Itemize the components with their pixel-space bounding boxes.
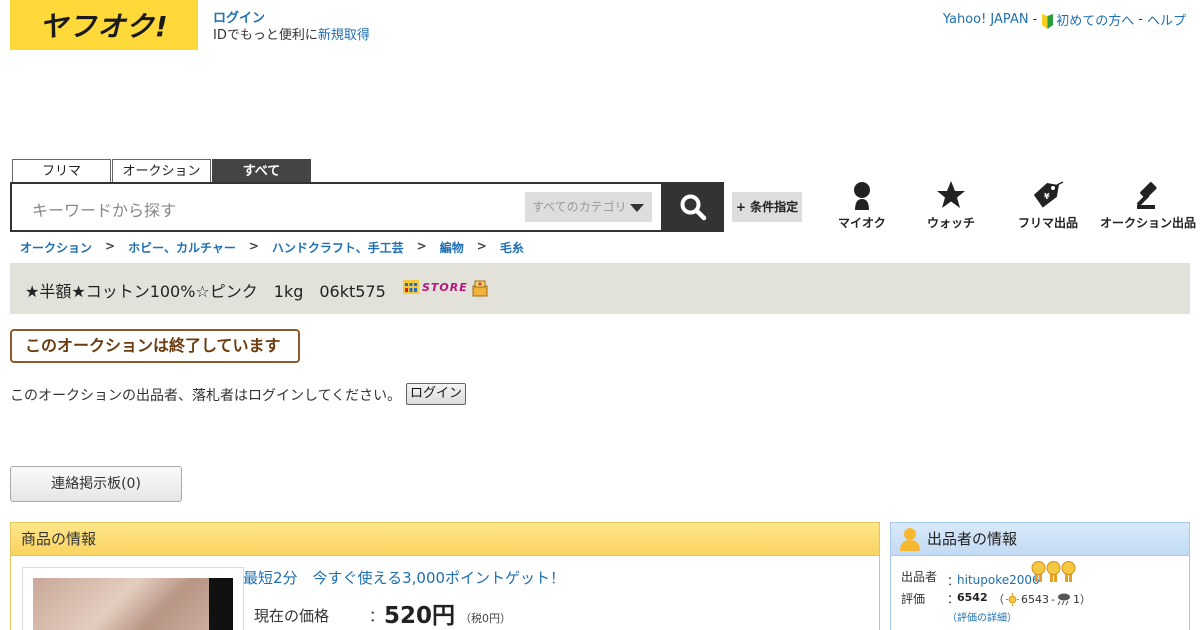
image-background <box>209 578 233 630</box>
seller-info-panel: 出品者の情報 出品者 ： hitupoke2006 評価 ： 6542 （ 65… <box>890 522 1190 630</box>
logo-text: ヤフオク! <box>39 10 169 43</box>
gavel-icon <box>1136 182 1157 209</box>
breadcrumb-item[interactable]: 編物 <box>440 239 464 256</box>
beginner-mark-icon <box>1042 14 1054 29</box>
breadcrumb: オークション > ホビー、カルチャー > ハンドクラフト、手工芸 > 編物 > … <box>20 239 524 256</box>
svg-text:¥: ¥ <box>1044 192 1050 201</box>
item-title: ★半額★コットン100%☆ピンク 1kg 06kt575 <box>25 282 386 301</box>
nav-label-myauc: マイオク <box>838 216 886 230</box>
item-title-bar: ★半額★コットン100%☆ピンク 1kg 06kt575 STORE <box>10 263 1190 314</box>
beginners-label: 初めての方へ <box>1056 14 1135 29</box>
auction-ended-notice: このオークションは終了しています <box>10 329 300 363</box>
tab-furima[interactable]: フリマ <box>12 159 111 183</box>
medal-icon <box>1061 561 1076 582</box>
shipping-icon <box>472 280 488 297</box>
rain-cloud-icon <box>1057 593 1070 605</box>
price-colon: ： <box>369 607 385 625</box>
seller-info-title: 出品者の情報 <box>927 530 1018 548</box>
myauc-nav[interactable]: マイオク <box>838 180 886 231</box>
product-info-heading: 商品の情報 <box>11 523 879 556</box>
yarn-image <box>33 578 233 630</box>
seller-rank-badges <box>1031 561 1076 583</box>
sun-icon <box>1006 592 1019 606</box>
help-link[interactable]: ヘルプ <box>1147 10 1186 29</box>
rating-paren: （ <box>993 593 1004 606</box>
yahuoku-logo[interactable]: ヤフオク! <box>10 0 198 50</box>
rating-label: 評価 <box>901 592 926 606</box>
notice-login-button[interactable]: ログイン <box>406 383 466 405</box>
user-icon <box>853 182 870 210</box>
beginners-link[interactable]: 初めての方へ <box>1041 10 1134 29</box>
login-link[interactable]: ログイン <box>213 11 265 26</box>
breadcrumb-separator: > <box>105 239 116 253</box>
chevron-down-icon <box>630 204 644 212</box>
yahoo-japan-link[interactable]: Yahoo! JAPAN <box>943 12 1029 27</box>
nav-label-auction-sell: オークション出品 <box>1100 216 1197 230</box>
seller-avatar-icon <box>900 528 920 551</box>
breadcrumb-item[interactable]: 毛糸 <box>500 239 524 256</box>
search-tabs: フリマ オークション すべて <box>12 159 311 183</box>
rating-total: 6542 <box>957 591 988 604</box>
login-notice: このオークションの出品者、落札者はログインしてください。 <box>10 388 402 404</box>
tab-all[interactable]: すべて <box>212 159 311 183</box>
seller-label: 出品者 <box>901 570 938 584</box>
id-promo-text: IDでもっと便利に <box>213 28 318 43</box>
seller-name-link[interactable]: hitupoke2006 <box>957 573 1040 587</box>
star-icon <box>937 181 965 208</box>
store-label: STORE <box>422 280 468 294</box>
conditions-button[interactable]: + 条件指定 <box>732 192 802 222</box>
auction-sell-nav[interactable]: オークション出品 <box>1100 180 1196 231</box>
register-link[interactable]: 新規取得 <box>318 28 370 43</box>
category-select-value: すべてのカテゴリ <box>532 200 627 214</box>
search-box: キーワードから探す すべてのカテゴリ <box>10 182 663 232</box>
medal-icon <box>1046 561 1061 582</box>
nav-label-furima-sell: フリマ出品 <box>1018 216 1079 230</box>
breadcrumb-separator: > <box>476 239 487 253</box>
top-link-separator: - <box>1138 12 1143 27</box>
breadcrumb-item[interactable]: ハンドクラフト、手工芸 <box>272 239 404 256</box>
current-price: 520円 <box>384 603 456 629</box>
nav-label-watch: ウォッチ <box>927 216 976 230</box>
breadcrumb-item[interactable]: オークション <box>20 239 92 256</box>
item-thumbnail[interactable] <box>22 567 244 630</box>
product-info-panel: 商品の情報 最短2分 今すぐ使える3,000ポイントゲット！ 現在の価格 ： 5… <box>10 522 880 630</box>
breadcrumb-separator: > <box>248 239 259 253</box>
breadcrumb-item[interactable]: ホビー、カルチャー <box>128 239 236 256</box>
price-label: 現在の価格 <box>254 607 330 625</box>
medal-icon <box>1031 561 1046 582</box>
points-promo-link[interactable]: 最短2分 今すぐ使える3,000ポイントゲット！ <box>243 567 565 588</box>
rating-breakdown: （ 6543 - 1） <box>993 591 1091 607</box>
rating-detail-link[interactable]: （評価の詳細） <box>947 609 1017 624</box>
breadcrumb-separator: > <box>416 239 427 253</box>
search-icon <box>680 194 707 221</box>
search-input[interactable]: キーワードから探す <box>32 197 176 221</box>
store-building-icon <box>403 280 419 294</box>
store-badge: STORE <box>403 280 468 294</box>
search-button[interactable] <box>662 182 724 232</box>
price-tax: （税0円） <box>460 612 511 625</box>
watch-nav[interactable]: ウォッチ <box>927 180 975 231</box>
tab-auction[interactable]: オークション <box>112 159 211 183</box>
rating-bad-count: 1） <box>1072 593 1091 606</box>
top-link-separator: - <box>1032 12 1038 27</box>
price-tag-icon: ¥ <box>1033 181 1064 208</box>
rating-good-count: 6543 <box>1021 592 1049 606</box>
top-links: Yahoo! JAPAN - 初めての方へ - ヘルプ <box>943 10 1186 29</box>
furima-sell-nav[interactable]: ¥ フリマ出品 <box>1018 180 1078 231</box>
seller-info-heading: 出品者の情報 <box>891 523 1189 556</box>
login-block: ログイン IDでもっと便利に新規取得 <box>213 10 370 44</box>
message-board-button[interactable]: 連絡掲示板(0) <box>10 466 182 502</box>
category-select[interactable]: すべてのカテゴリ <box>525 192 652 222</box>
rating-dash: - <box>1051 592 1055 606</box>
